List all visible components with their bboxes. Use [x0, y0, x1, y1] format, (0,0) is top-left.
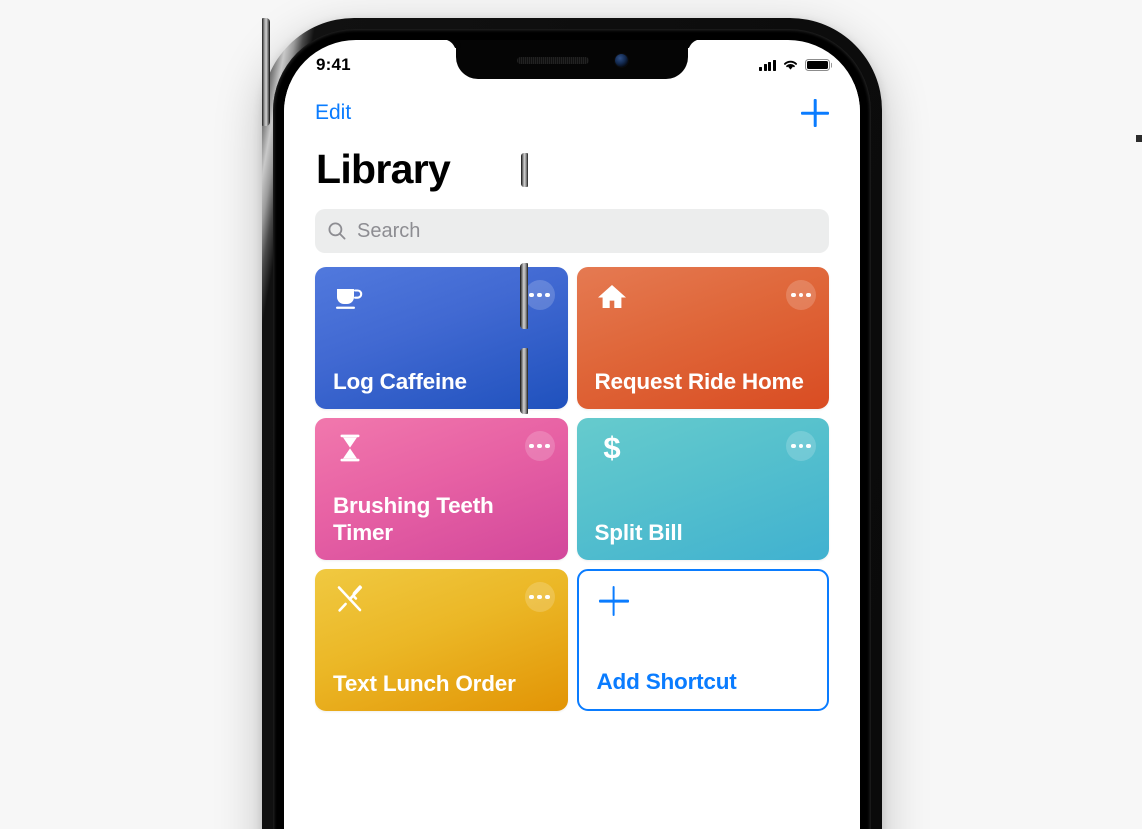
device-notch: [456, 40, 688, 79]
wifi-icon: [783, 60, 798, 70]
device-bezel: 9:41 Edit Library Search Log Caffeine Re…: [273, 29, 871, 829]
shortcut-card-title: Split Bill: [594, 519, 683, 545]
shortcut-card-title: Request Ride Home: [594, 368, 804, 394]
side-power-button[interactable]: [262, 18, 270, 126]
shortcut-card-split-bill[interactable]: $ Split Bill: [576, 418, 829, 561]
navigation-bar: Edit: [284, 84, 860, 142]
shortcut-card-log-caffeine[interactable]: Log Caffeine: [315, 267, 568, 410]
battery-full-icon: [805, 59, 830, 71]
page-title: Library: [316, 146, 451, 192]
coffee-cup-icon: [336, 289, 363, 309]
plus-icon: [597, 584, 631, 618]
search-icon: [328, 222, 346, 240]
shortcut-card-request-ride-home[interactable]: Request Ride Home: [576, 267, 829, 410]
edit-button[interactable]: Edit: [315, 101, 351, 125]
antenna-band-right: [1136, 135, 1142, 142]
search-bar[interactable]: [315, 209, 829, 254]
shortcuts-app: Edit Library Search Log Caffeine Request…: [284, 84, 860, 829]
search-section: [284, 191, 860, 254]
svg-text:$: $: [603, 431, 620, 465]
status-bar-time: 9:41: [316, 55, 351, 74]
shortcut-card-title: Brushing Teeth Timer: [333, 492, 494, 545]
search-input[interactable]: [357, 219, 817, 243]
signal-bars-icon: [759, 59, 776, 71]
earpiece-speaker-icon: [516, 57, 589, 64]
more-options-icon[interactable]: [524, 582, 555, 613]
silent-switch[interactable]: [521, 153, 528, 187]
shortcuts-grid: Log Caffeine Request Ride Home Brushing …: [284, 253, 860, 712]
home-house-icon: [597, 285, 626, 309]
shortcut-card-title: Log Caffeine: [333, 368, 467, 394]
add-shortcut-plus-icon[interactable]: [800, 98, 830, 128]
more-options-icon[interactable]: [786, 431, 816, 462]
screenshot-stage: 9:41 Edit Library Search Log Caffeine Re…: [0, 0, 1142, 829]
shortcut-card-title: Text Lunch Order: [333, 670, 516, 696]
add-shortcut-label: Add Shortcut: [596, 668, 737, 694]
iphone-device-frame: 9:41 Edit Library Search Log Caffeine Re…: [262, 18, 1142, 829]
device-screen: 9:41 Edit Library Search Log Caffeine Re…: [284, 40, 860, 829]
more-options-icon[interactable]: [524, 431, 555, 462]
add-shortcut-card[interactable]: Add Shortcut: [576, 569, 829, 712]
dollar-sign-icon: $: [603, 431, 620, 465]
more-options-icon[interactable]: [786, 280, 816, 311]
hourglass-timer-icon: [340, 434, 360, 462]
shortcut-card-text-lunch-order[interactable]: Text Lunch Order: [315, 569, 568, 712]
front-camera-icon: [614, 54, 628, 67]
volume-up-button[interactable]: [520, 263, 528, 329]
status-bar-indicators: [759, 59, 830, 71]
fork-knife-icon: [337, 585, 363, 612]
shortcut-card-brushing-teeth-timer[interactable]: Brushing Teeth Timer: [315, 418, 568, 561]
volume-down-button[interactable]: [520, 348, 528, 414]
more-options-icon[interactable]: [524, 280, 555, 311]
